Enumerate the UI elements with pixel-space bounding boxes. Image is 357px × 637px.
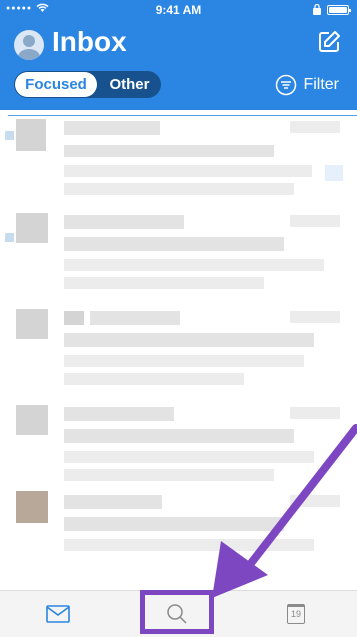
- calendar-icon: 19: [287, 604, 305, 624]
- preview-line: [64, 259, 324, 271]
- preview-line: [64, 277, 264, 289]
- filter-label: Filter: [303, 76, 339, 93]
- divider: [8, 115, 357, 116]
- avatar: [16, 309, 48, 339]
- tab-calendar[interactable]: 19: [256, 591, 336, 637]
- preview-line: [64, 469, 274, 481]
- preview-line: [64, 451, 314, 463]
- date: [290, 311, 340, 323]
- tab-mail[interactable]: [18, 591, 98, 637]
- inbox-header: Inbox Focused Other Filter: [0, 20, 357, 110]
- sender-name: [90, 311, 180, 325]
- preview-line: [64, 165, 312, 177]
- list-item[interactable]: [0, 405, 357, 503]
- date: [290, 495, 340, 507]
- list-item[interactable]: [0, 117, 357, 215]
- mail-icon: [46, 605, 70, 623]
- list-item[interactable]: [0, 213, 357, 311]
- avatar: [16, 119, 46, 151]
- unread-dot: [5, 131, 14, 140]
- person-icon: [18, 35, 40, 60]
- compose-icon[interactable]: [317, 30, 341, 54]
- avatar: [16, 405, 48, 435]
- preview-line: [64, 373, 244, 385]
- message-list[interactable]: [0, 117, 357, 590]
- flag: [325, 165, 343, 181]
- tab-other[interactable]: Other: [98, 71, 161, 98]
- date: [290, 215, 340, 227]
- search-highlight-box: [140, 590, 214, 634]
- preview-line: [64, 183, 294, 195]
- calendar-day: 19: [290, 609, 301, 619]
- status-bar: ●●●●● 9:41 AM: [0, 0, 357, 20]
- filter-button[interactable]: Filter: [275, 74, 339, 96]
- filter-icon: [276, 74, 297, 96]
- subject: [64, 145, 274, 157]
- sender-name: [64, 495, 162, 509]
- unread-dot: [5, 233, 14, 242]
- avatar[interactable]: [14, 30, 44, 60]
- sender-name: [64, 311, 84, 325]
- list-item[interactable]: [0, 491, 357, 589]
- preview-line: [64, 355, 304, 367]
- battery-icon: [327, 4, 351, 15]
- subject: [64, 429, 294, 443]
- portrait-lock-icon: [313, 4, 321, 15]
- sender-name: [64, 215, 184, 229]
- status-right: [312, 4, 351, 15]
- subject: [64, 517, 284, 531]
- sender-name: [64, 407, 174, 421]
- tab-focused[interactable]: Focused: [15, 72, 97, 97]
- status-time: 9:41 AM: [155, 3, 202, 17]
- avatar: [16, 491, 48, 523]
- sender-name: [64, 121, 160, 135]
- preview-line: [64, 539, 314, 551]
- page-title: Inbox: [52, 26, 127, 57]
- list-item[interactable]: [0, 309, 357, 407]
- avatar: [16, 213, 48, 243]
- subject: [64, 237, 284, 251]
- subject: [64, 333, 314, 347]
- inbox-segmented-control: Focused Other: [14, 71, 161, 98]
- date: [290, 407, 340, 419]
- date: [290, 121, 340, 133]
